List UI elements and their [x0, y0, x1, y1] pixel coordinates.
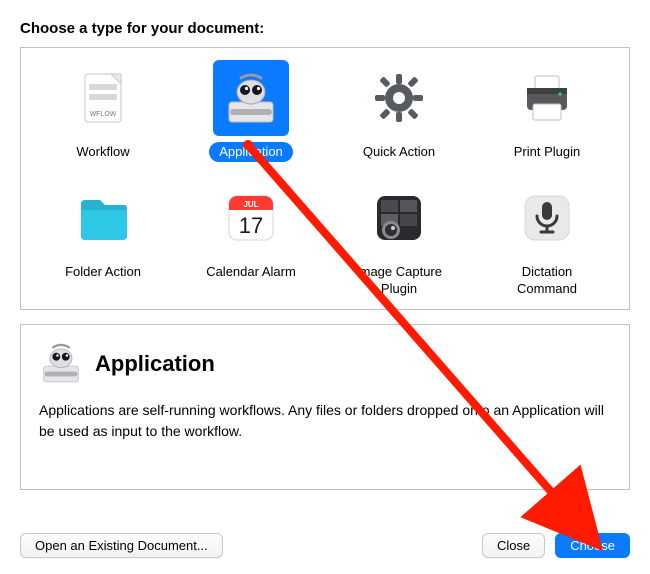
automator-icon	[213, 60, 289, 136]
type-label: Image Capture Plugin	[334, 262, 464, 299]
svg-text:17: 17	[239, 213, 263, 238]
image-capture-icon	[361, 180, 437, 256]
close-button[interactable]: Close	[482, 533, 545, 558]
description-title: Application	[95, 351, 215, 377]
document-types-grid: Workflow Application Quick Action Print …	[29, 60, 621, 299]
description-header: Application	[39, 341, 611, 388]
type-label: Print Plugin	[504, 142, 590, 162]
type-item-folder-action[interactable]: Folder Action	[29, 180, 177, 299]
open-existing-document-button[interactable]: Open an Existing Document...	[20, 533, 223, 558]
printer-icon	[509, 60, 585, 136]
svg-text:JUL: JUL	[243, 200, 258, 209]
gear-icon	[361, 60, 437, 136]
calendar-icon: JUL 17	[213, 180, 289, 256]
workflow-icon	[65, 60, 141, 136]
page-title: Choose a type for your document:	[20, 20, 630, 37]
description-text: Applications are self-running workflows.…	[39, 400, 611, 442]
type-label: Calendar Alarm	[196, 262, 306, 282]
type-item-image-capture-plugin[interactable]: Image Capture Plugin	[325, 180, 473, 299]
type-item-application[interactable]: Application	[177, 60, 325, 162]
type-item-workflow[interactable]: Workflow	[29, 60, 177, 162]
type-item-calendar-alarm[interactable]: JUL 17 Calendar Alarm	[177, 180, 325, 299]
automator-icon	[39, 341, 83, 388]
folder-icon	[65, 180, 141, 256]
type-label: Folder Action	[55, 262, 151, 282]
document-types-panel: Workflow Application Quick Action Print …	[20, 47, 630, 310]
type-label: Dictation Command	[482, 262, 612, 299]
type-label: Quick Action	[353, 142, 445, 162]
microphone-icon	[509, 180, 585, 256]
description-panel: Application Applications are self-runnin…	[20, 324, 630, 490]
type-item-quick-action[interactable]: Quick Action	[325, 60, 473, 162]
choose-button[interactable]: Choose	[555, 533, 630, 558]
dialog-footer: Open an Existing Document... Close Choos…	[20, 533, 630, 558]
type-item-print-plugin[interactable]: Print Plugin	[473, 60, 621, 162]
type-label: Application	[209, 142, 293, 162]
type-item-dictation-command[interactable]: Dictation Command	[473, 180, 621, 299]
type-label: Workflow	[66, 142, 139, 162]
